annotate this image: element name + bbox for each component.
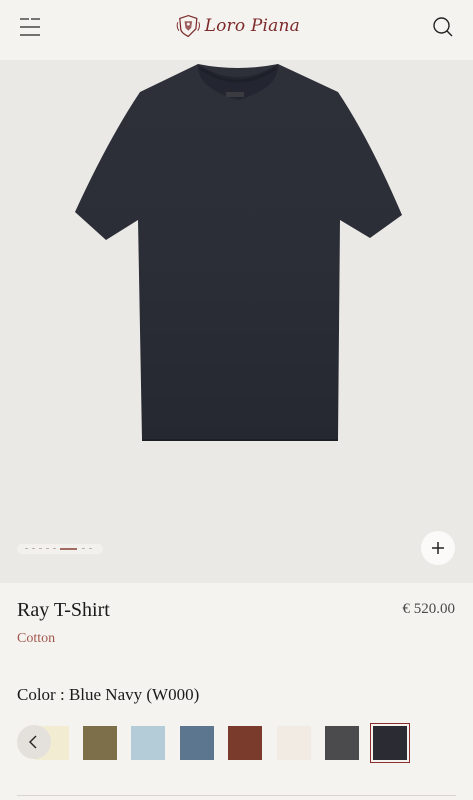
pager-dot[interactable] bbox=[82, 548, 85, 549]
search-icon[interactable] bbox=[432, 16, 454, 38]
pager-dot[interactable] bbox=[25, 548, 28, 549]
color-swatch[interactable] bbox=[325, 726, 359, 760]
color-swatch[interactable] bbox=[228, 726, 262, 760]
product-image-gallery[interactable] bbox=[0, 60, 473, 583]
color-swatch-row bbox=[0, 723, 473, 764]
product-name: Ray T-Shirt bbox=[17, 599, 110, 621]
color-swatch[interactable] bbox=[83, 726, 117, 760]
color-swatch-selected[interactable] bbox=[370, 723, 410, 763]
pager-dot[interactable] bbox=[32, 548, 35, 549]
color-swatch[interactable] bbox=[277, 726, 311, 760]
color-swatch[interactable] bbox=[131, 726, 165, 760]
pager-dot[interactable] bbox=[46, 548, 49, 549]
brand-logo-text: Loro Piana bbox=[204, 16, 300, 36]
product-material: Cotton bbox=[17, 631, 56, 646]
product-info: Ray T-Shirt Cotton € 520.00 Color : Blue… bbox=[0, 583, 473, 800]
color-swatch[interactable] bbox=[180, 726, 214, 760]
pager-dot[interactable] bbox=[53, 548, 56, 549]
header: Loro Piana bbox=[0, 0, 473, 60]
pager-active-indicator bbox=[60, 548, 77, 550]
product-image bbox=[75, 64, 402, 441]
brand-logo[interactable]: Loro Piana bbox=[176, 11, 300, 41]
image-pager[interactable] bbox=[17, 544, 103, 554]
plus-icon bbox=[432, 542, 444, 554]
hamburger-menu-icon[interactable] bbox=[19, 17, 41, 37]
divider bbox=[17, 795, 456, 796]
pager-dot[interactable] bbox=[39, 548, 42, 549]
product-price: € 520.00 bbox=[402, 601, 456, 617]
swatch-prev-button[interactable] bbox=[17, 725, 51, 759]
crest-icon bbox=[176, 14, 200, 38]
selected-color-label: Color : Blue Navy (W000) bbox=[17, 685, 200, 704]
zoom-button[interactable] bbox=[421, 531, 455, 565]
chevron-left-icon bbox=[29, 735, 37, 749]
pager-dot[interactable] bbox=[89, 548, 92, 549]
